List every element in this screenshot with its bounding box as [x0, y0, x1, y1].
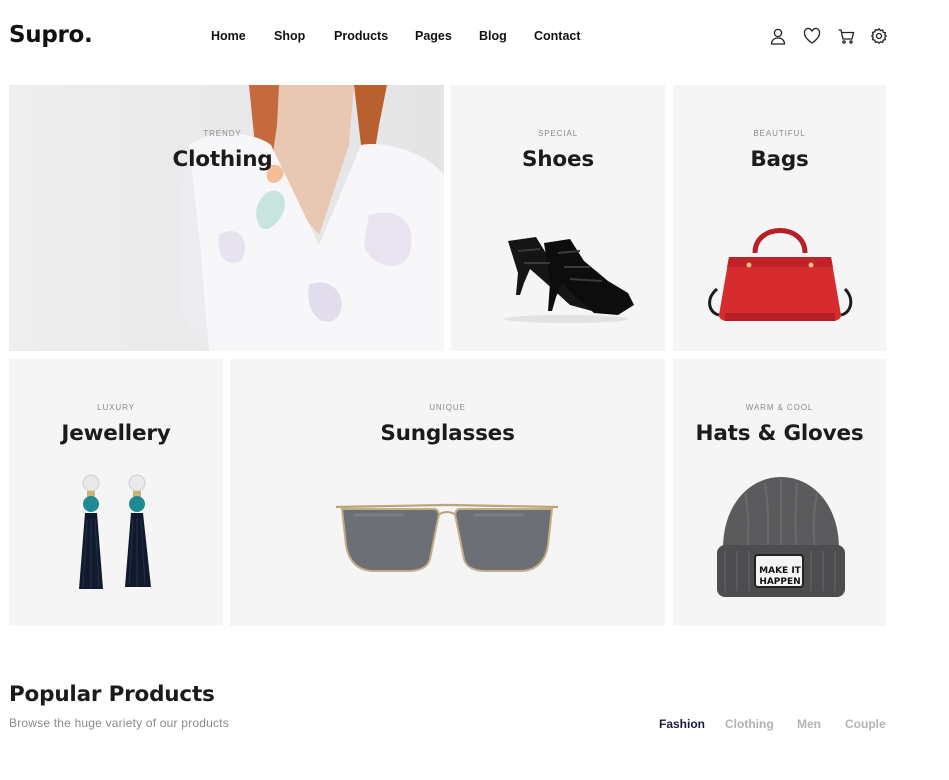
category-title: Sunglasses: [380, 421, 515, 446]
category-subtitle: WARM & COOL: [745, 403, 814, 412]
category-subtitle: TRENDY: [203, 129, 242, 138]
filter-tab-fashion[interactable]: Fashion: [659, 717, 705, 731]
user-icon[interactable]: [769, 27, 787, 45]
category-subtitle: UNIQUE: [429, 403, 466, 412]
nav-item-blog[interactable]: Blog: [479, 29, 507, 43]
category-subtitle: LUXURY: [97, 403, 135, 412]
filter-tab-men[interactable]: Men: [797, 717, 821, 731]
cart-icon[interactable]: [837, 27, 855, 45]
category-subtitle: SPECIAL: [537, 129, 579, 138]
site-logo[interactable]: Supro.: [9, 22, 93, 48]
category-tile-sunglasses[interactable]: UNIQUE Sunglasses: [230, 359, 665, 626]
bag-image: [708, 228, 853, 321]
category-title: Shoes: [522, 147, 594, 172]
sunglasses-image: [335, 503, 559, 572]
category-tile-bags[interactable]: BEAUTIFUL Bags: [673, 85, 886, 351]
category-tile-jewellery[interactable]: LUXURY Jewellery: [9, 359, 223, 626]
popular-products-subtitle: Browse the huge variety of our products: [9, 716, 229, 730]
filter-tab-clothing[interactable]: Clothing: [725, 717, 774, 731]
shoes-image: [504, 237, 634, 323]
heart-icon[interactable]: [803, 27, 821, 45]
category-tile-clothing[interactable]: TRENDY Clothing: [9, 85, 444, 351]
category-subtitle: BEAUTIFUL: [753, 129, 806, 138]
category-tile-shoes[interactable]: SPECIAL Shoes: [451, 85, 665, 351]
category-tile-hats-gloves[interactable]: WARM & COOL Hats & Gloves MAKE IT HAPPEN: [673, 359, 886, 626]
category-title: Hats & Gloves: [695, 421, 864, 446]
filter-tab-couple[interactable]: Couple: [845, 717, 886, 731]
category-title: Bags: [750, 147, 809, 172]
category-title: Jewellery: [61, 421, 171, 446]
nav-item-home[interactable]: Home: [211, 29, 246, 43]
hat-patch-line-1: MAKE IT: [759, 566, 801, 576]
nav-item-shop[interactable]: Shop: [274, 29, 305, 43]
settings-icon[interactable]: [870, 27, 888, 45]
nav-item-contact[interactable]: Contact: [534, 29, 581, 43]
category-title: Clothing: [172, 147, 273, 172]
nav-item-products[interactable]: Products: [334, 29, 388, 43]
hat-patch-line-2: HAPPEN: [759, 577, 801, 587]
nav-item-pages[interactable]: Pages: [415, 29, 452, 43]
clothing-model-image: [9, 85, 444, 351]
site-header: Supro. Home Shop Products Pages Blog Con…: [0, 0, 949, 72]
popular-products-title: Popular Products: [9, 682, 215, 707]
earrings-image: [79, 474, 151, 589]
